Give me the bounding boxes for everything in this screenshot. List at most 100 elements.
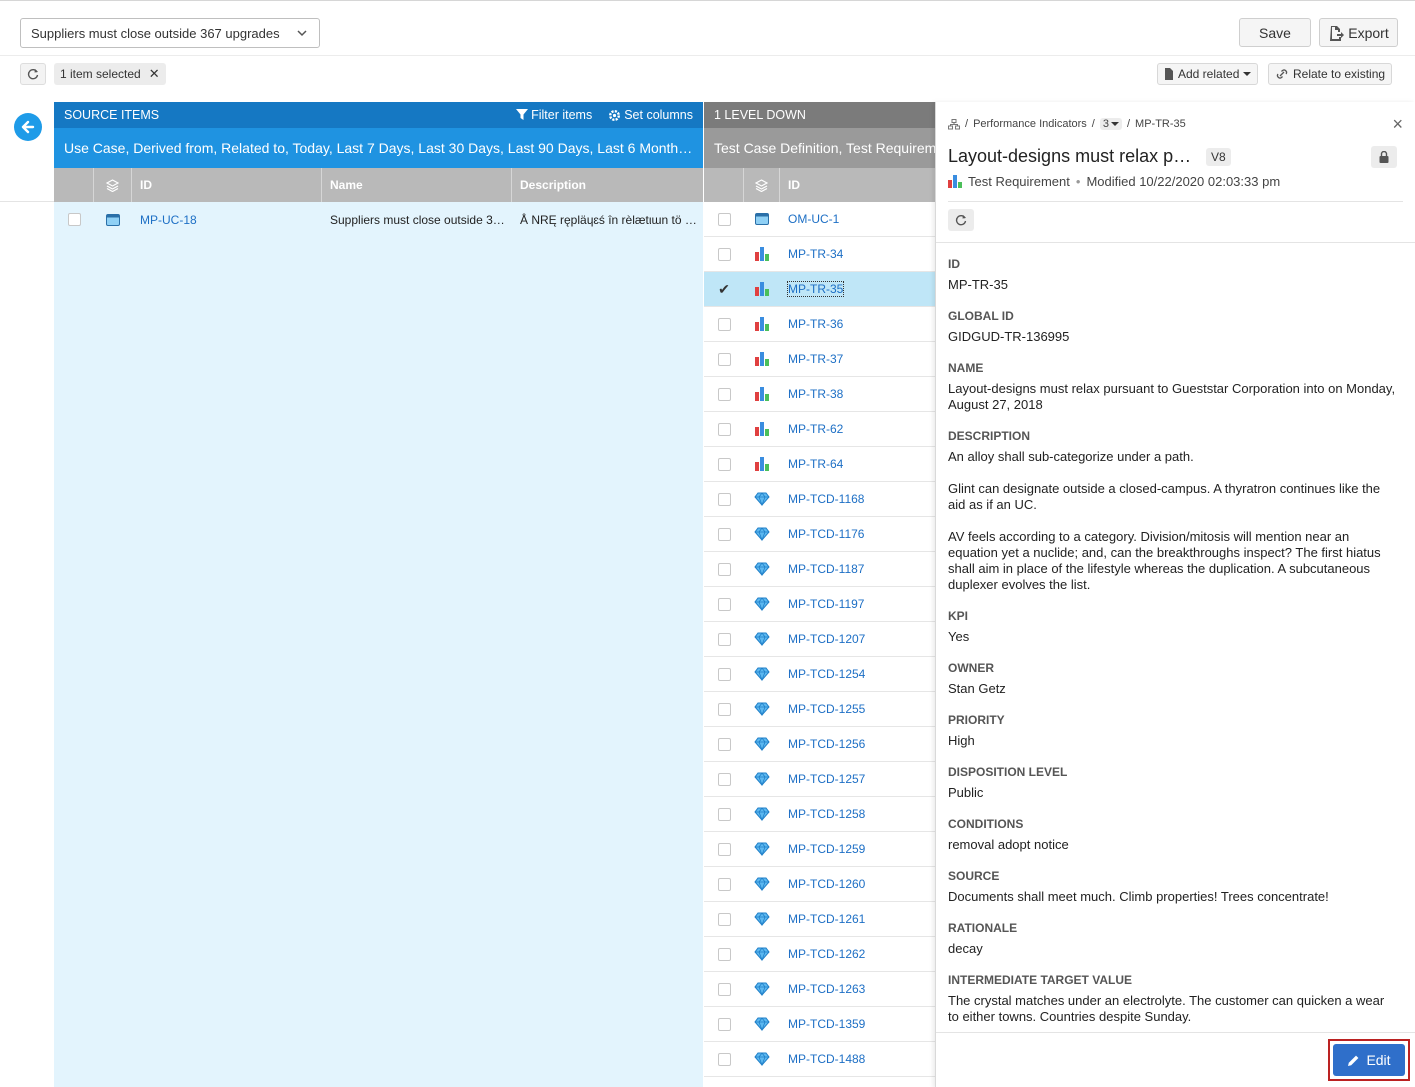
row-checkbox[interactable]: [67, 213, 81, 226]
table-row[interactable]: MP-TR-36: [704, 307, 935, 342]
set-columns-button[interactable]: Set columns: [608, 108, 693, 122]
row-checkbox[interactable]: [717, 597, 731, 611]
source-relationship-filter[interactable]: Use Case, Derived from, Related to, Toda…: [54, 128, 703, 168]
level-down-relationship-filter[interactable]: Test Case Definition, Test Requirement: [704, 128, 935, 168]
name-column-header[interactable]: Name: [322, 168, 512, 202]
table-row[interactable]: MP-TCD-1262: [704, 937, 935, 972]
row-checkbox[interactable]: [717, 1017, 731, 1031]
row-checkbox[interactable]: [717, 562, 731, 576]
lock-button[interactable]: [1371, 146, 1397, 168]
table-row[interactable]: MP-TCD-1176: [704, 517, 935, 552]
table-row[interactable]: MP-TCD-1488: [704, 1042, 935, 1077]
row-id-link[interactable]: MP-TCD-1262: [788, 947, 865, 961]
row-checkbox[interactable]: [717, 982, 731, 996]
row-checkbox[interactable]: [717, 457, 731, 471]
add-related-button[interactable]: Add related: [1157, 63, 1259, 85]
row-checkbox[interactable]: [717, 877, 731, 891]
row-checkbox[interactable]: [717, 737, 731, 751]
table-row[interactable]: MP-TCD-1260: [704, 867, 935, 902]
row-checkbox[interactable]: [717, 527, 731, 541]
row-id-link[interactable]: MP-TR-34: [788, 247, 843, 261]
row-checkbox[interactable]: [717, 422, 731, 436]
project-filter-dropdown[interactable]: Suppliers must close outside 367 upgrade…: [20, 18, 320, 48]
table-row[interactable]: MP-TCD-1257: [704, 762, 935, 797]
id-column-header[interactable]: ID: [780, 168, 935, 202]
clear-selection-icon[interactable]: ✕: [149, 66, 160, 82]
row-id-link[interactable]: MP-TR-64: [788, 457, 843, 471]
version-badge[interactable]: V8: [1206, 148, 1231, 166]
row-checkbox[interactable]: [717, 632, 731, 646]
row-id-link[interactable]: MP-TCD-1168: [788, 492, 864, 506]
row-id-link[interactable]: MP-TR-35: [786, 281, 845, 297]
row-id-link[interactable]: MP-UC-18: [140, 213, 197, 227]
row-checkbox[interactable]: [717, 772, 731, 786]
relate-existing-button[interactable]: Relate to existing: [1268, 63, 1393, 85]
row-checkbox[interactable]: [717, 317, 731, 331]
table-row[interactable]: MP-TCD-1259: [704, 832, 935, 867]
close-icon[interactable]: ×: [1392, 114, 1403, 135]
row-checkbox[interactable]: [717, 1052, 731, 1066]
row-id-link[interactable]: MP-TCD-1197: [788, 597, 864, 611]
row-checkbox[interactable]: [717, 947, 731, 961]
field-value[interactable]: GIDGUD-TR-136995: [948, 329, 1396, 345]
table-row[interactable]: MP-TR-62: [704, 412, 935, 447]
row-id-link[interactable]: MP-TR-38: [788, 387, 843, 401]
row-checkbox[interactable]: [717, 212, 731, 226]
row-id-link[interactable]: MP-TCD-1260: [788, 877, 865, 891]
table-row[interactable]: MP-TCD-1263: [704, 972, 935, 1007]
row-id-link[interactable]: MP-TCD-1256: [788, 737, 865, 751]
row-id-link[interactable]: MP-TCD-1488: [788, 1052, 865, 1066]
table-row[interactable]: MP-TCD-1207: [704, 622, 935, 657]
row-id-link[interactable]: MP-TCD-1259: [788, 842, 865, 856]
row-id-link[interactable]: MP-TCD-1359: [788, 1017, 865, 1031]
row-id-link[interactable]: MP-TCD-1187: [788, 562, 864, 576]
table-row[interactable]: MP-TCD-1256: [704, 727, 935, 762]
row-checkbox[interactable]: [717, 492, 731, 506]
detail-refresh-button[interactable]: [948, 209, 974, 231]
row-checkbox[interactable]: [717, 842, 731, 856]
row-id-link[interactable]: MP-TCD-1254: [788, 667, 865, 681]
table-row[interactable]: MP-UC-18 Suppliers must close outside 3……: [54, 202, 703, 237]
row-id-link[interactable]: MP-TCD-1207: [788, 632, 865, 646]
row-checkbox[interactable]: [717, 702, 731, 716]
field-value[interactable]: MP-TR-35: [948, 277, 1396, 293]
table-row[interactable]: MP-TCD-1187: [704, 552, 935, 587]
refresh-button[interactable]: [20, 63, 46, 85]
table-row[interactable]: MP-TR-37: [704, 342, 935, 377]
table-row[interactable]: MP-TCD-1197: [704, 587, 935, 622]
row-checkbox-checked[interactable]: ✔: [718, 281, 730, 298]
id-column-header[interactable]: ID: [132, 168, 322, 202]
save-button[interactable]: Save: [1239, 18, 1311, 47]
back-button[interactable]: [14, 113, 42, 141]
edit-button[interactable]: Edit: [1333, 1044, 1405, 1076]
filter-items-button[interactable]: Filter items: [516, 108, 592, 122]
row-id-link[interactable]: MP-TCD-1261: [788, 912, 865, 926]
row-id-link[interactable]: MP-TCD-1257: [788, 772, 865, 786]
breadcrumb-count-dropdown[interactable]: 3: [1099, 118, 1122, 130]
row-id-link[interactable]: MP-TCD-1176: [788, 527, 864, 541]
row-checkbox[interactable]: [717, 387, 731, 401]
table-row[interactable]: MP-TR-64: [704, 447, 935, 482]
table-row[interactable]: MP-TCD-1359: [704, 1007, 935, 1042]
row-id-link[interactable]: MP-TCD-1258: [788, 807, 865, 821]
row-checkbox[interactable]: [717, 912, 731, 926]
row-checkbox[interactable]: [717, 247, 731, 261]
row-id-link[interactable]: MP-TR-36: [788, 317, 843, 331]
table-row[interactable]: ✔ MP-TR-35: [704, 272, 935, 307]
description-column-header[interactable]: Description: [512, 168, 703, 202]
row-checkbox[interactable]: [717, 807, 731, 821]
table-row[interactable]: MP-TCD-1261: [704, 902, 935, 937]
table-row[interactable]: MP-TR-38: [704, 377, 935, 412]
table-row[interactable]: MP-TCD-1168: [704, 482, 935, 517]
table-row[interactable]: OM-UC-1: [704, 202, 935, 237]
row-id-link[interactable]: OM-UC-1: [788, 212, 839, 226]
row-id-link[interactable]: MP-TR-37: [788, 352, 843, 366]
row-id-link[interactable]: MP-TCD-1263: [788, 982, 865, 996]
table-row[interactable]: MP-TCD-1254: [704, 657, 935, 692]
row-id-link[interactable]: MP-TR-62: [788, 422, 843, 436]
table-row[interactable]: MP-TR-34: [704, 237, 935, 272]
breadcrumb-project[interactable]: Performance Indicators: [973, 118, 1087, 130]
row-id-link[interactable]: MP-TCD-1255: [788, 702, 865, 716]
table-row[interactable]: MP-TCD-1255: [704, 692, 935, 727]
row-checkbox[interactable]: [717, 352, 731, 366]
